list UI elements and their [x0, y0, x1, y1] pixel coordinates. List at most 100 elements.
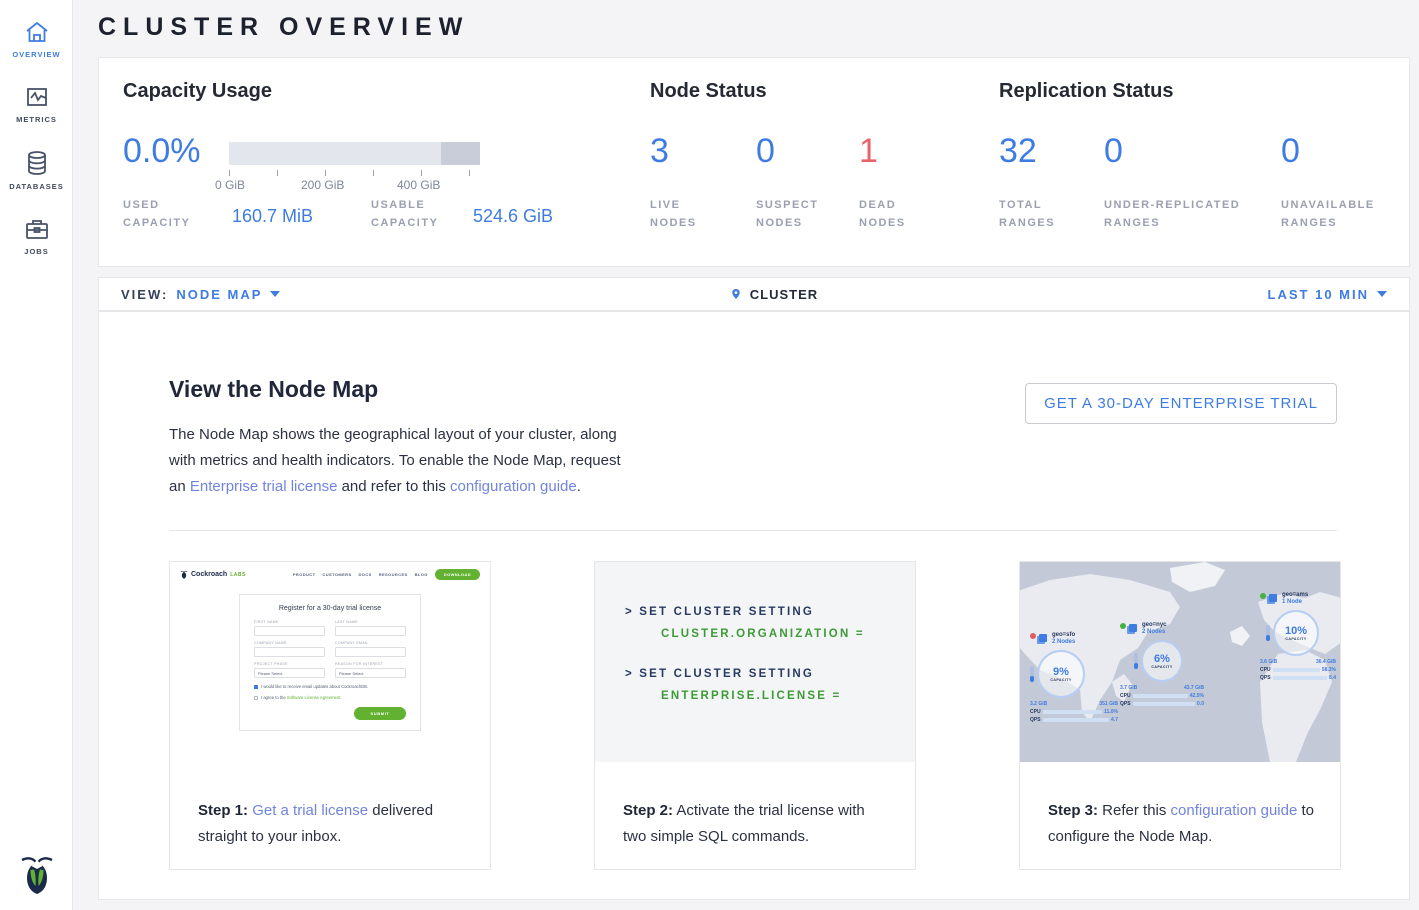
view-toolbar: VIEW: NODE MAP CLUSTER LAST 10 MIN [98, 277, 1410, 311]
total-ranges-label: TOTAL RANGES [999, 196, 1079, 232]
gauge-percent: 6% [1154, 653, 1170, 665]
sidebar-item-jobs[interactable]: JOBS [0, 203, 73, 256]
gauge-label: CAPACITY [1050, 678, 1071, 682]
thumb-field-input [335, 647, 406, 657]
nodes-icon [1269, 594, 1277, 602]
axis-tick [229, 170, 230, 176]
logo-text: Cockroach [191, 571, 227, 578]
node-map-title: View the Node Map [169, 376, 378, 403]
thumb-submit-button: SUBMIT [354, 707, 406, 720]
time-range-selector[interactable]: LAST 10 MIN [1268, 287, 1369, 302]
map-cluster-nyc: geo=nyc 2 Nodes 6% CAPACITY 3.7 GiB 43 [1120, 622, 1204, 707]
thumb-field-input [335, 626, 406, 636]
cluster-total: 36.4 GiB [1316, 659, 1336, 665]
usable-capacity-value: 524.6 GiB [473, 206, 553, 227]
sidebar-item-label: METRICS [16, 115, 57, 124]
node-map-description: The Node Map shows the geographical layo… [169, 422, 631, 500]
unavailable-ranges-label: UNAVAILABLE RANGES [1281, 196, 1411, 232]
thumb-checkbox [254, 696, 258, 700]
axis-tick-label: 200 GiB [301, 178, 344, 192]
live-nodes-value: 3 [650, 132, 669, 171]
gauge-percent: 9% [1053, 666, 1069, 678]
cluster-node-count: 2 Nodes [1052, 639, 1075, 646]
thumb-checkbox-label: I would like to receive email updates ab… [261, 684, 368, 689]
suspect-nodes-value: 0 [756, 132, 775, 171]
configuration-guide-link[interactable]: configuration guide [1171, 802, 1298, 819]
axis-tick [469, 170, 470, 176]
capacity-bar [229, 142, 480, 165]
step1-label: Step 1: [198, 802, 248, 819]
chevron-down-icon[interactable] [1377, 291, 1387, 297]
thumb-field-label: COMPANY NAME [254, 641, 325, 645]
get-enterprise-trial-button[interactable]: GET A 30-DAY ENTERPRISE TRIAL [1025, 383, 1337, 424]
status-dot-icon [1120, 623, 1126, 629]
thumb-checkbox-label: I agree to the Software License Agreemen… [261, 695, 342, 700]
capacity-gauge: 10% CAPACITY [1273, 610, 1319, 656]
enterprise-trial-license-link[interactable]: Enterprise trial license [190, 478, 338, 495]
live-nodes-label: LIVE NODES [650, 196, 730, 232]
sql-commands-thumbnail: > SET CLUSTER SETTING CLUSTER.ORGANIZATI… [595, 562, 915, 762]
node-map-panel: View the Node Map The Node Map shows the… [98, 311, 1410, 900]
node-map-thumbnail: geo=sfo 2 Nodes 9% CAPACITY 3.2 GiB 35 [1020, 562, 1340, 762]
cluster-name: geo=nyc [1142, 622, 1167, 629]
thumb-nav-link: CUSTOMERS [322, 572, 351, 577]
thumb-field-label: REASON FOR INTEREST [335, 662, 406, 666]
suspect-nodes-label: SUSPECT NODES [756, 196, 841, 232]
axis-tick-label: 400 GiB [397, 178, 440, 192]
home-icon [24, 20, 50, 44]
nodes-icon [1129, 624, 1137, 632]
axis-tick-label: 0 GiB [215, 178, 245, 192]
sidebar-item-databases[interactable]: DATABASES [0, 136, 73, 191]
cluster-name: geo=ams [1282, 592, 1308, 599]
map-cluster-sfo: geo=sfo 2 Nodes 9% CAPACITY 3.2 GiB 35 [1030, 632, 1118, 723]
thumb-nav-link: DOCS [359, 572, 372, 577]
cockroach-labs-wordmark: Cockroach LABS [180, 569, 246, 580]
thumb-select: Please Select [254, 668, 325, 678]
get-trial-license-link[interactable]: Get a trial license [252, 802, 368, 819]
description-text: . [577, 478, 581, 495]
cluster-node-count: 2 Nodes [1142, 629, 1167, 636]
description-text: and refer to this [337, 478, 450, 495]
under-replicated-label: UNDER-REPLICATED RANGES [1104, 196, 1264, 232]
replication-status-title: Replication Status [999, 80, 1173, 103]
thumb-nav-link: BLOG [415, 572, 428, 577]
sidebar-item-label: JOBS [24, 247, 48, 256]
briefcase-icon [24, 217, 50, 241]
total-ranges-value: 32 [999, 132, 1037, 171]
thumb-nav-link: RESOURCES [379, 572, 408, 577]
cockroach-labs-logo-icon [0, 852, 73, 896]
thumb-nav-link: PRODUCT [293, 572, 316, 577]
sidebar-item-label: OVERVIEW [12, 50, 60, 59]
cluster-summary-panel: Capacity Usage 0.0% 0 GiB 200 GiB 400 Gi… [98, 57, 1410, 267]
view-selector[interactable]: NODE MAP [176, 287, 262, 302]
dead-nodes-label: DEAD NODES [859, 196, 939, 232]
capacity-mini-bar [1134, 653, 1138, 669]
gauge-label: CAPACITY [1285, 637, 1306, 641]
sql-prompt-line: > SET CLUSTER SETTING [625, 606, 915, 618]
sidebar-item-overview[interactable]: OVERVIEW [0, 6, 73, 59]
cluster-used: 3.2 GiB [1030, 701, 1047, 707]
capacity-mini-bar [1266, 625, 1270, 641]
thumb-field-label: PROJECT PHASE [254, 662, 325, 666]
sidebar-item-label: DATABASES [9, 182, 64, 191]
step2-card: > SET CLUSTER SETTING CLUSTER.ORGANIZATI… [594, 561, 916, 870]
capacity-used-percent: 0.0% [123, 132, 201, 171]
gauge-label: CAPACITY [1151, 665, 1172, 669]
capacity-usage-title: Capacity Usage [123, 80, 272, 103]
chevron-down-icon[interactable] [270, 291, 280, 297]
view-label: VIEW: [121, 287, 168, 302]
map-pin-icon [730, 288, 742, 300]
trial-registration-thumbnail: Cockroach LABS PRODUCT CUSTOMERS DOCS RE… [170, 562, 490, 762]
configuration-guide-link[interactable]: configuration guide [450, 478, 577, 495]
main-content: CLUSTER OVERVIEW Capacity Usage 0.0% 0 G… [73, 0, 1419, 910]
thumb-field-label: FIRST NAME [254, 620, 325, 624]
capacity-bar-reserved-segment [441, 142, 480, 165]
used-capacity-value: 160.7 MiB [232, 206, 313, 227]
node-status-title: Node Status [650, 80, 767, 103]
database-icon [26, 150, 48, 176]
sidebar-item-metrics[interactable]: METRICS [0, 71, 73, 124]
cluster-used: 3.6 GiB [1260, 659, 1277, 665]
status-dot-icon [1260, 593, 1266, 599]
metrics-icon [25, 85, 49, 109]
thumb-select: Please Select [335, 668, 406, 678]
